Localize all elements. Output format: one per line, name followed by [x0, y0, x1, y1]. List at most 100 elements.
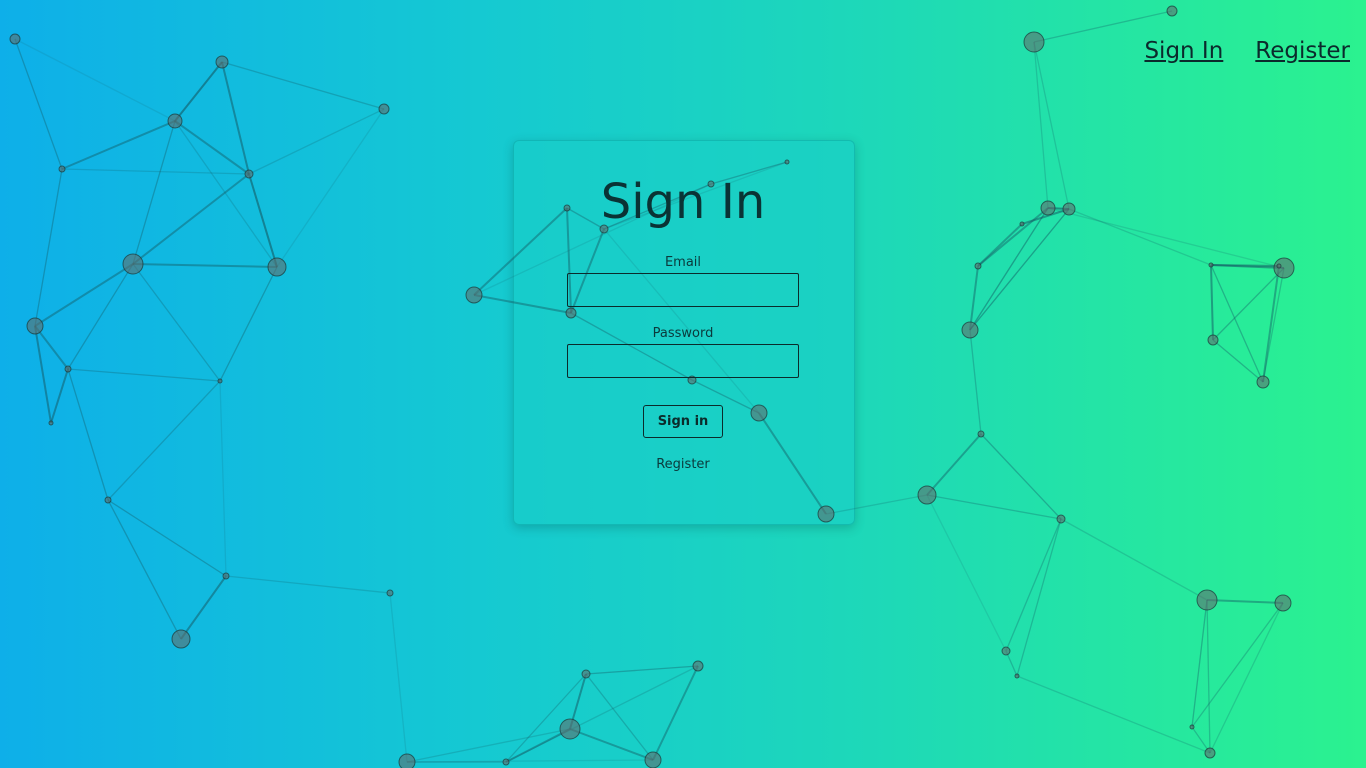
- network-edge: [219, 380, 227, 577]
- network-edge: [926, 494, 1062, 520]
- network-node: [9, 33, 21, 45]
- network-node: [1014, 673, 1020, 679]
- network-node: [64, 365, 72, 373]
- network-edge: [248, 173, 278, 268]
- network-node: [244, 169, 254, 179]
- network-node: [1062, 202, 1076, 216]
- network-node: [1056, 514, 1066, 524]
- password-label: Password: [652, 326, 714, 341]
- email-label: Email: [664, 255, 702, 270]
- network-edge: [1068, 208, 1212, 266]
- nav-sign-in-link[interactable]: Sign In: [1144, 38, 1223, 64]
- page-title: Sign In: [600, 174, 766, 230]
- network-edge: [67, 368, 221, 382]
- network-node: [378, 103, 390, 115]
- password-field[interactable]: [567, 344, 799, 378]
- network-edge: [1016, 518, 1062, 677]
- network-edge: [1262, 267, 1285, 383]
- network-edge: [34, 263, 134, 327]
- sign-in-form: Sign In Email Password Sign in Register: [513, 140, 853, 523]
- network-edge: [225, 575, 391, 594]
- network-edge: [1212, 339, 1264, 383]
- network-node: [1273, 257, 1295, 279]
- network-edge: [1047, 207, 1285, 269]
- network-node: [1204, 747, 1216, 759]
- network-node: [1196, 589, 1218, 611]
- network-node: [692, 660, 704, 672]
- network-edge: [132, 173, 250, 265]
- network-edge: [61, 120, 176, 170]
- network-node: [974, 262, 982, 270]
- email-field[interactable]: [567, 273, 799, 307]
- network-edge: [1191, 599, 1208, 728]
- network-edge: [926, 433, 982, 496]
- network-edge: [1033, 41, 1049, 209]
- network-edge: [1191, 602, 1284, 728]
- network-edge: [174, 61, 223, 122]
- top-nav: Sign In Register: [1144, 38, 1350, 64]
- network-node: [1208, 262, 1214, 268]
- network-edge: [505, 665, 699, 763]
- network-edge: [67, 368, 109, 501]
- network-edge: [107, 380, 221, 501]
- network-node: [1274, 594, 1292, 612]
- register-link[interactable]: Register: [656, 457, 710, 472]
- nav-register-link[interactable]: Register: [1255, 38, 1350, 64]
- network-node: [1256, 375, 1270, 389]
- network-node: [1189, 724, 1195, 730]
- sign-in-button[interactable]: Sign in: [643, 405, 723, 438]
- network-node: [222, 572, 230, 580]
- network-edge: [1210, 264, 1214, 341]
- network-node: [217, 378, 223, 384]
- network-node: [26, 317, 44, 335]
- network-edge: [406, 759, 654, 763]
- network-node: [644, 751, 662, 768]
- network-edge: [132, 263, 221, 382]
- network-edge: [34, 168, 63, 327]
- network-node: [465, 286, 483, 304]
- network-edge: [1210, 264, 1280, 267]
- network-edge: [14, 38, 63, 170]
- network-edge: [180, 575, 227, 640]
- network-node: [171, 629, 191, 649]
- network-edge: [276, 108, 385, 268]
- network-node: [1207, 334, 1219, 346]
- network-node: [559, 718, 581, 740]
- network-node: [581, 669, 591, 679]
- network-edge: [1209, 602, 1284, 754]
- network-node: [502, 758, 510, 766]
- network-edge: [1016, 675, 1211, 754]
- network-edge: [1210, 264, 1264, 383]
- network-node: [917, 485, 937, 505]
- network-edge: [132, 263, 278, 268]
- network-node: [1040, 200, 1056, 216]
- network-node: [122, 253, 144, 275]
- network-edge: [1033, 41, 1070, 210]
- network-node: [167, 113, 183, 129]
- network-edge: [50, 368, 69, 424]
- network-edge: [107, 499, 227, 577]
- network-node: [1276, 263, 1282, 269]
- network-edge: [34, 325, 52, 424]
- network-edge: [1262, 265, 1280, 383]
- network-edge: [107, 499, 182, 640]
- network-node: [961, 321, 979, 339]
- network-node: [215, 55, 229, 69]
- network-edge: [389, 592, 408, 763]
- network-node: [1019, 221, 1025, 227]
- network-node: [1166, 5, 1178, 17]
- network-edge: [1005, 518, 1062, 652]
- network-edge: [1206, 599, 1211, 754]
- network-edge: [969, 329, 982, 435]
- network-edge: [219, 266, 278, 382]
- network-edge: [61, 168, 250, 175]
- network-node: [398, 753, 416, 768]
- network-node: [386, 589, 394, 597]
- network-edge: [585, 665, 699, 675]
- network-node: [267, 257, 287, 277]
- network-node: [104, 496, 112, 504]
- network-edge: [969, 207, 1049, 331]
- network-edge: [406, 728, 571, 763]
- network-edge: [1060, 518, 1208, 601]
- network-node: [977, 430, 985, 438]
